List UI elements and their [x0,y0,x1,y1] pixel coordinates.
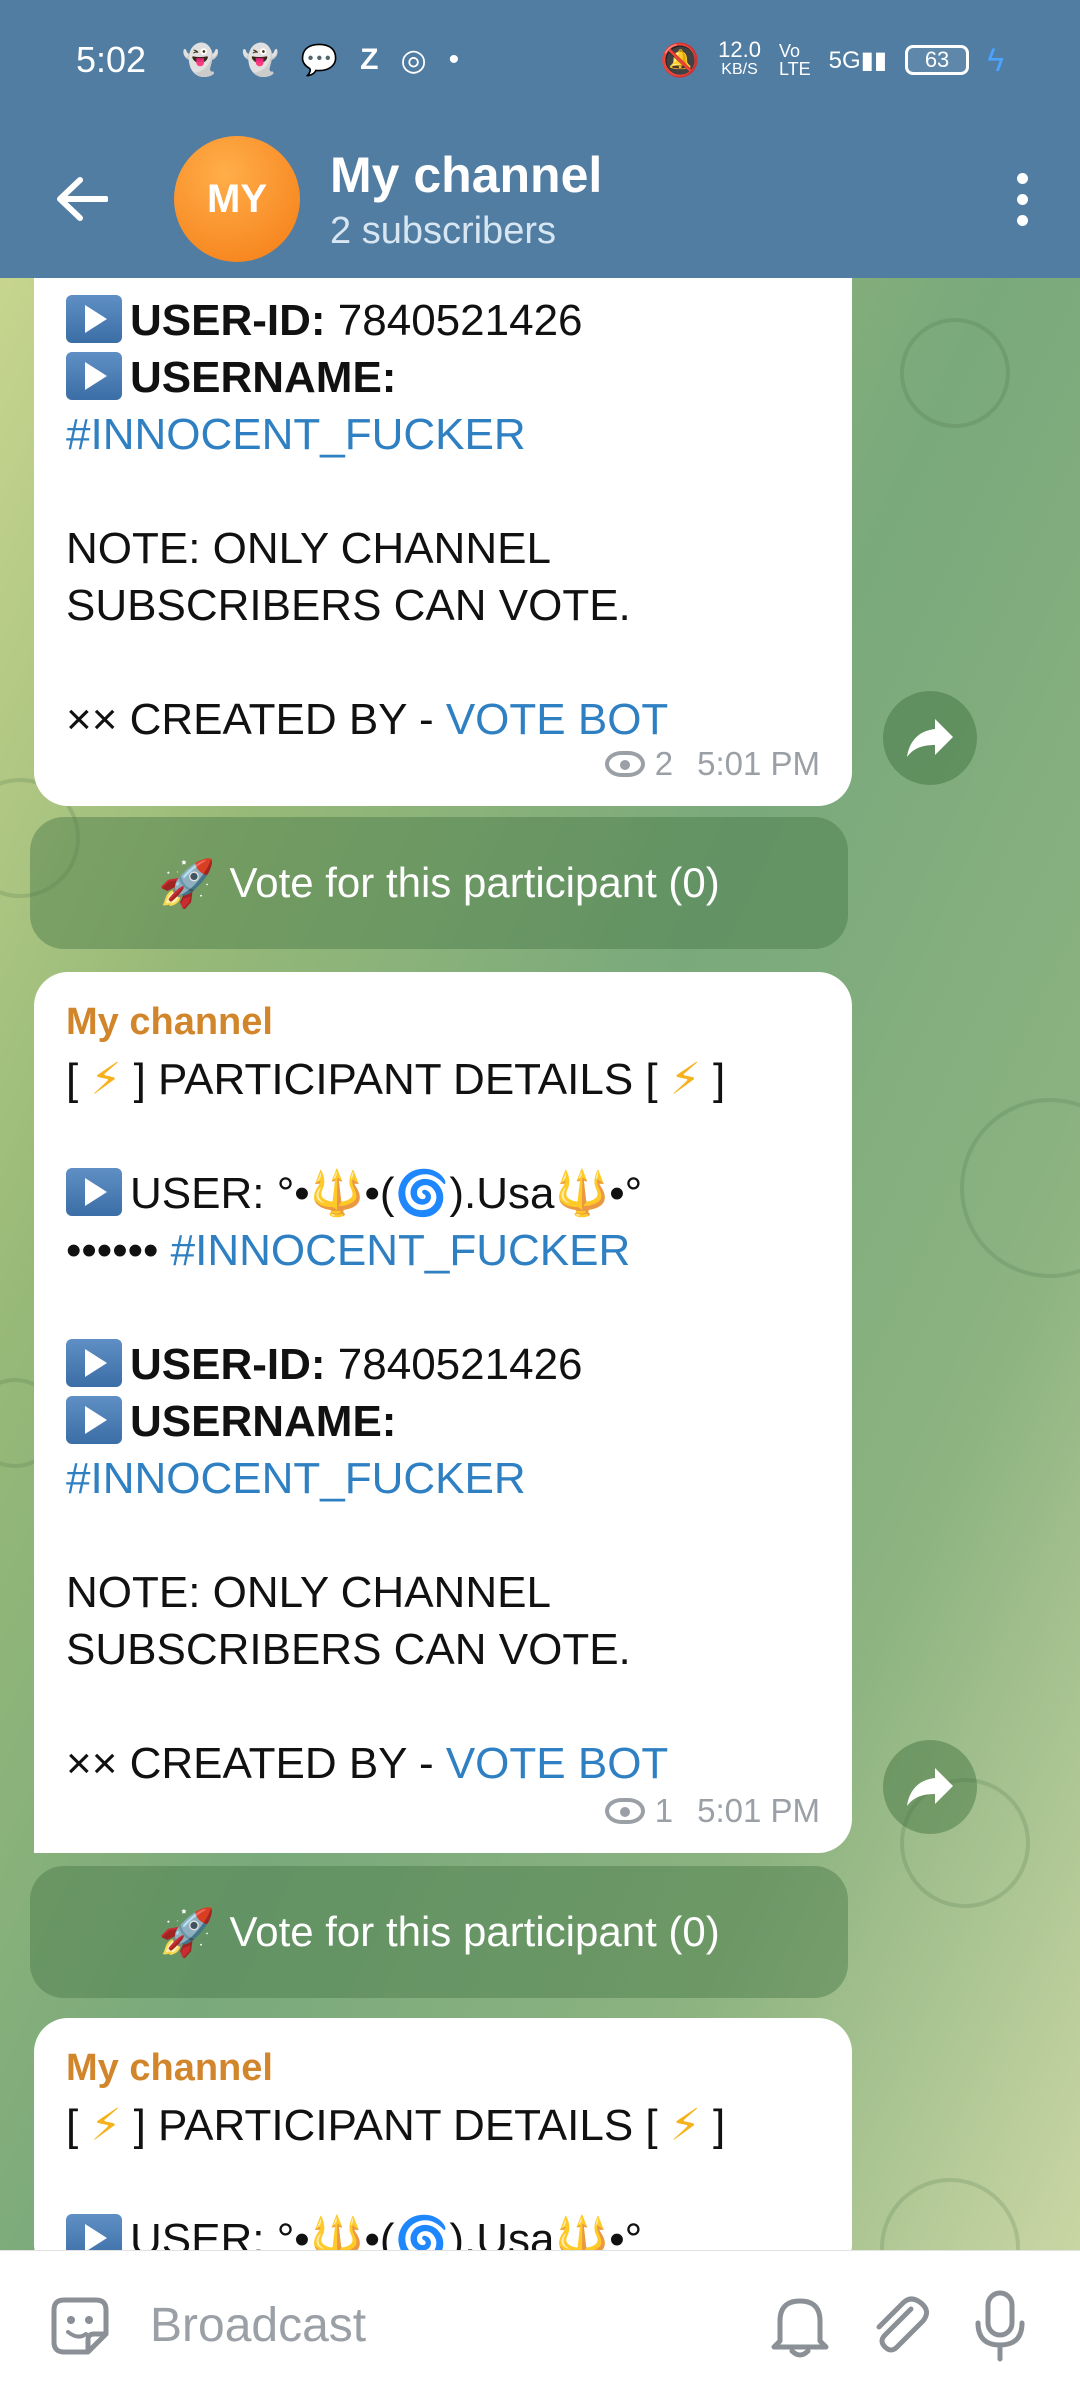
play-button-icon [66,1396,122,1444]
message-meta: 1 5:01 PM [604,1782,820,1839]
snapchat-icon: 👻 [241,43,279,77]
play-button-icon [66,2214,122,2250]
attach-button[interactable] [860,2286,940,2366]
status-right: 🔕 12.0 KB/S Vo LTE 5G▮▮ 63 ϟ [660,37,1004,80]
message-time: 5:01 PM [697,745,820,782]
lightning-icon: ⚡ [90,1055,122,1104]
sticker-icon [51,2297,109,2354]
cyclone-icon: 🌀 [394,2215,450,2250]
microphone-icon [975,2290,1025,2361]
voice-record-button[interactable] [960,2286,1040,2366]
trident-icon: 🔱 [309,2215,365,2250]
instagram-icon: ◎ [400,43,427,77]
message-time: 5:01 PM [697,1792,820,1829]
broadcast-input[interactable]: Broadcast [150,2298,366,2353]
dot-icon [1016,193,1028,205]
trident-icon: 🔱 [309,1169,365,1218]
vote-button[interactable]: 🚀 Vote for this participant (0) [30,817,848,949]
charging-icon: ϟ [987,41,1004,78]
share-button[interactable] [883,691,977,785]
sender-name: My channel [66,2047,273,2089]
share-arrow-icon [907,1768,953,1806]
share-arrow-icon [907,719,953,757]
cyclone-icon: 🌀 [394,1169,450,1218]
lightning-icon: ⚡ [669,1055,701,1104]
chat-bubble-icon: 💬 [300,43,339,77]
more-menu-button[interactable] [1012,172,1032,226]
channel-subtitle: 2 subscribers [330,209,556,252]
dot-icon [1016,214,1028,226]
message-bubble[interactable]: My channel [ ⚡ ] PARTICIPANT DETAILS [ ⚡… [34,972,852,1853]
message-meta: 2 5:01 PM [604,735,820,792]
channel-titles[interactable]: My channel 2 subscribers [330,146,602,253]
volte-icon: Vo LTE [778,41,811,79]
z-icon: Z [360,42,379,76]
signal-icon: 5G▮▮ [828,46,888,74]
sender-name: My channel [66,1001,273,1043]
net-speed: 12.0 KB/S [718,37,761,79]
snapchat-icon: 👻 [182,43,220,77]
status-time: 5:02 [76,39,147,80]
battery-icon: 63 [905,45,970,75]
notification-toggle-button[interactable] [760,2286,840,2366]
arrow-left-icon [57,177,108,221]
channel-title: My channel [330,146,603,203]
hashtag-link[interactable]: #INNOCENT_FUCKER [66,1450,820,1507]
rocket-icon: 🚀 [158,856,216,909]
share-button[interactable] [883,1740,977,1834]
status-bar: 5:02 👻 👻 💬 Z ◎ • 🔕 12.0 KB/S Vo LTE 5G▮▮… [0,0,1080,120]
eye-icon [604,1797,645,1824]
dot-icon [1016,172,1028,184]
chat-background: USER-ID: 7840521426 USERNAME: #INNOCENT_… [0,278,1080,2250]
vote-bot-link[interactable]: VOTE BOT [446,1739,668,1788]
broadcast-input-bar: Broadcast [0,2250,1080,2400]
paperclip-icon [876,2296,929,2352]
play-button-icon [66,1168,122,1216]
notification-icons: 👻 👻 💬 Z ◎ • [182,43,459,78]
mute-icon: 🔕 [660,42,701,78]
message-bubble[interactable]: My channel [ ⚡ ] PARTICIPANT DETAILS [ ⚡… [34,2018,852,2250]
view-count: 2 [654,745,674,782]
back-button[interactable] [52,169,112,229]
bell-icon [771,2298,829,2357]
play-button-icon [66,295,122,343]
hashtag-link[interactable]: #INNOCENT_FUCKER [66,406,820,463]
lightning-icon: ⚡ [669,2101,701,2150]
play-button-icon [66,352,122,400]
more-dot-icon: • [448,42,460,76]
trident-icon: 🔱 [554,1169,610,1218]
lightning-icon: ⚡ [90,2101,122,2150]
rocket-icon: 🚀 [158,1905,216,1958]
vote-button[interactable]: 🚀 Vote for this participant (0) [30,1866,848,1998]
sticker-button[interactable] [40,2286,120,2366]
hashtag-link[interactable]: #INNOCENT_FUCKER [171,1226,631,1275]
eye-icon [604,750,645,777]
chat-header: MY My channel 2 subscribers [0,120,1080,278]
view-count: 1 [654,1792,674,1829]
play-button-icon [66,1339,122,1387]
message-bubble[interactable]: USER-ID: 7840521426 USERNAME: #INNOCENT_… [34,278,852,806]
channel-avatar[interactable]: MY [174,136,300,262]
trident-icon: 🔱 [554,2215,610,2250]
